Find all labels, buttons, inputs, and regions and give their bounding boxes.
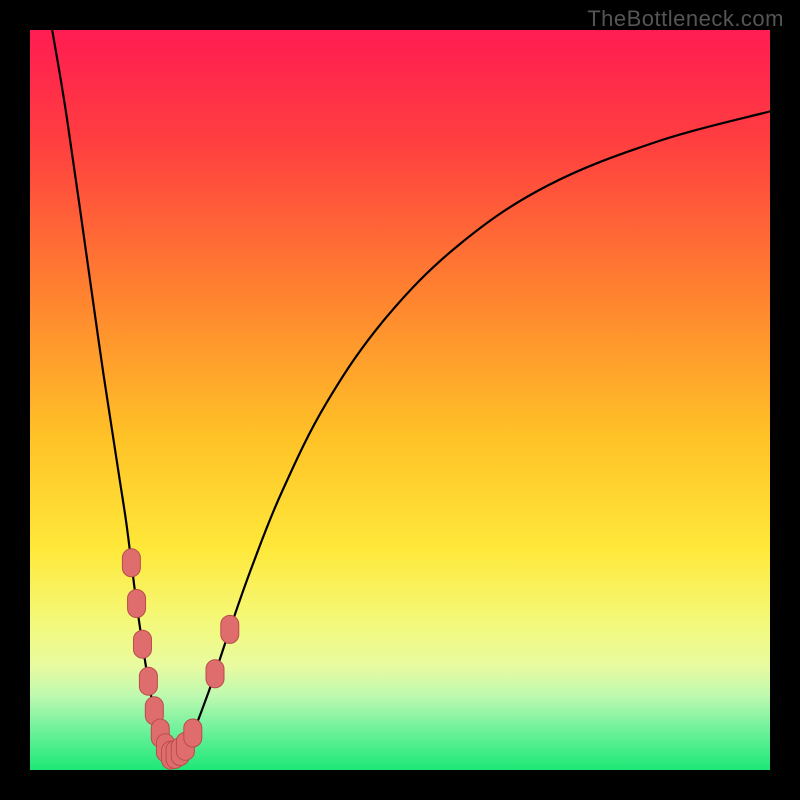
data-marker [206, 660, 224, 688]
marker-group [122, 549, 238, 769]
data-marker [221, 615, 239, 643]
data-marker [128, 590, 146, 618]
bottleneck-curve-chart [30, 30, 770, 770]
chart-frame [30, 30, 770, 770]
v-curve [52, 30, 770, 756]
data-marker [139, 667, 157, 695]
data-marker [184, 719, 202, 747]
data-marker [133, 630, 151, 658]
watermark: TheBottleneck.com [587, 6, 784, 32]
data-marker [122, 549, 140, 577]
